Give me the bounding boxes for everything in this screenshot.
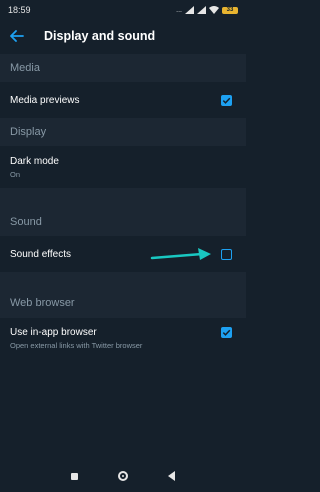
signal-icon: [185, 6, 194, 14]
sound-effects-label: Sound effects: [10, 248, 71, 260]
annotation-arrow-icon: [150, 248, 211, 260]
page-title: Display and sound: [44, 29, 156, 43]
wifi-icon: [209, 6, 219, 14]
app-bar: Display and sound: [0, 20, 246, 52]
section-header-display: Display: [0, 118, 246, 146]
section-header-media: Media: [0, 54, 246, 82]
in-app-browser-text: Use in-app browser Open external links w…: [10, 327, 142, 350]
media-previews-row[interactable]: Media previews: [0, 82, 246, 118]
system-navigation-bar: [0, 460, 246, 492]
triangle-icon[interactable]: [168, 471, 175, 481]
status-dots: ...: [176, 6, 182, 14]
status-bar: 18:59 ... 33: [0, 0, 246, 20]
battery-icon: 33: [222, 6, 238, 14]
square-icon[interactable]: [71, 472, 78, 480]
check-icon: [222, 97, 231, 104]
circle-icon[interactable]: [118, 471, 128, 481]
status-time: 18:59: [8, 5, 31, 15]
in-app-browser-checkbox[interactable]: [221, 327, 232, 338]
arrow-left-icon[interactable]: [6, 25, 28, 47]
media-previews-checkbox[interactable]: [221, 94, 232, 106]
in-app-browser-label: Use in-app browser: [10, 326, 97, 338]
status-icons: ... 33: [176, 6, 238, 14]
check-icon: [222, 329, 231, 336]
sound-effects-checkbox[interactable]: [221, 248, 232, 260]
media-previews-label: Media previews: [10, 94, 80, 106]
in-app-browser-description: Open external links with Twitter browser: [10, 340, 143, 350]
dark-mode-text: Dark mode On: [10, 156, 59, 179]
dark-mode-row[interactable]: Dark mode On: [0, 146, 246, 188]
dark-mode-value: On: [10, 169, 21, 179]
section-header-web-browser: Web browser: [0, 272, 246, 318]
in-app-browser-row[interactable]: Use in-app browser Open external links w…: [0, 318, 246, 358]
section-spacer: [0, 188, 246, 208]
signal-icon-2: [197, 6, 206, 14]
section-header-sound: Sound: [0, 208, 246, 236]
dark-mode-label: Dark mode: [10, 155, 59, 167]
